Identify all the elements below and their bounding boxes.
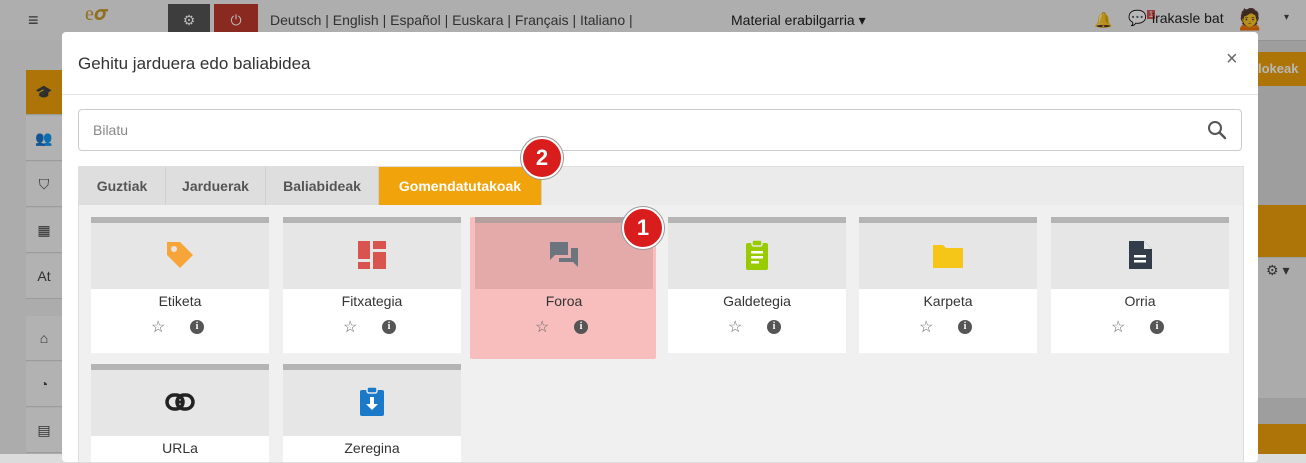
item-label: Foroa bbox=[545, 293, 583, 309]
star-icon[interactable]: ☆ bbox=[343, 317, 357, 337]
search-icon[interactable] bbox=[1207, 120, 1227, 140]
category-tabs: Guztiak Jarduerak Baliabideak Gomendatut… bbox=[78, 166, 1244, 206]
tab-baliabideak[interactable]: Baliabideak bbox=[266, 167, 379, 205]
tag-icon bbox=[167, 242, 193, 268]
card-thumbnail bbox=[859, 217, 1037, 289]
item-card-orria[interactable]: Orria ☆ i bbox=[1051, 217, 1229, 353]
item-label: Orria bbox=[1124, 293, 1156, 309]
card-thumbnail bbox=[91, 217, 269, 289]
star-icon[interactable]: ☆ bbox=[1111, 317, 1125, 337]
item-card-etiketa[interactable]: Etiketa ☆ i bbox=[91, 217, 269, 353]
card-thumbnail bbox=[668, 217, 846, 289]
card-thumbnail bbox=[283, 217, 461, 289]
modal-title: Gehitu jarduera edo baliabidea bbox=[78, 54, 311, 73]
card-thumbnail bbox=[91, 364, 269, 436]
search-input[interactable] bbox=[93, 120, 1173, 140]
tab-jarduerak[interactable]: Jarduerak bbox=[166, 167, 266, 205]
item-label: Karpeta bbox=[923, 293, 973, 309]
modal-header: Gehitu jarduera edo baliabidea × bbox=[62, 32, 1258, 95]
link-icon bbox=[165, 393, 195, 411]
info-icon[interactable]: i bbox=[190, 320, 204, 334]
card-thumbnail bbox=[283, 364, 461, 436]
item-label: Galdetegia bbox=[723, 293, 791, 309]
info-icon[interactable]: i bbox=[382, 320, 396, 334]
item-card-urla[interactable]: URLa bbox=[91, 364, 269, 462]
item-card-zeregina[interactable]: Zeregina bbox=[283, 364, 461, 462]
info-icon[interactable]: i bbox=[1150, 320, 1164, 334]
info-icon[interactable]: i bbox=[958, 320, 972, 334]
star-icon[interactable]: ☆ bbox=[728, 317, 742, 337]
folder-icon bbox=[933, 245, 963, 268]
info-icon[interactable]: i bbox=[574, 320, 588, 334]
item-label: Fitxategia bbox=[341, 293, 403, 309]
page-icon bbox=[1129, 241, 1152, 269]
star-icon[interactable]: ☆ bbox=[535, 317, 549, 337]
star-icon[interactable]: ☆ bbox=[151, 317, 165, 337]
tab-guztiak[interactable]: Guztiak bbox=[79, 167, 166, 205]
item-card-karpeta[interactable]: Karpeta ☆ i bbox=[859, 217, 1037, 353]
item-card-fitxategia[interactable]: Fitxategia ☆ i bbox=[283, 217, 461, 353]
assignment-icon bbox=[360, 386, 384, 416]
item-card-galdetegia[interactable]: Galdetegia ☆ i bbox=[668, 217, 846, 353]
card-thumbnail bbox=[1051, 217, 1229, 289]
search-box bbox=[78, 109, 1242, 151]
activity-chooser-modal: Gehitu jarduera edo baliabidea × Guztiak… bbox=[62, 32, 1258, 463]
star-icon[interactable]: ☆ bbox=[919, 317, 933, 337]
file-grid-icon bbox=[358, 241, 386, 269]
annotation-badge-2: 2 bbox=[521, 137, 563, 179]
info-icon[interactable]: i bbox=[767, 320, 781, 334]
quiz-clipboard-icon bbox=[746, 239, 768, 270]
close-icon[interactable]: × bbox=[1226, 48, 1238, 71]
annotation-badge-1: 1 bbox=[622, 207, 664, 249]
item-label: Etiketa bbox=[158, 293, 202, 309]
forum-icon bbox=[550, 242, 578, 267]
tab-gomendatutakoak[interactable]: Gomendatutakoak bbox=[379, 167, 542, 205]
